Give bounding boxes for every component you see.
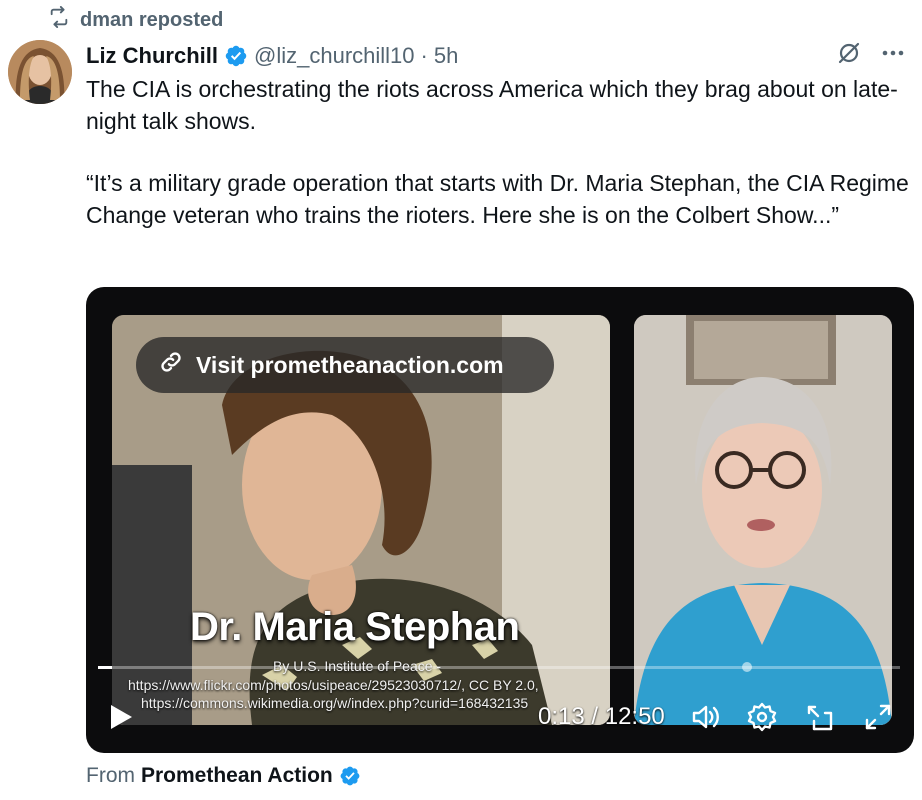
photo-credit-line-2: https://www.flickr.com/photos/usipeace/2… [128, 677, 539, 693]
progress-bar[interactable] [98, 666, 900, 669]
fullscreen-icon[interactable] [862, 701, 894, 733]
volume-icon[interactable] [690, 701, 722, 733]
tweet-text: The CIA is orchestrating the riots acros… [86, 74, 912, 231]
picture-in-picture-icon[interactable] [804, 701, 836, 733]
tweet-paragraph-2: “It’s a military grade operation that st… [86, 170, 909, 228]
repost-label: dman reposted [80, 8, 224, 31]
video-player[interactable]: Visit prometheanaction.com Dr. Maria Ste… [86, 287, 914, 753]
verified-badge-icon [340, 766, 360, 786]
progress-fill [98, 666, 112, 669]
post-time[interactable]: 5h [434, 43, 458, 69]
settings-icon[interactable] [746, 701, 778, 733]
tweet-paragraph-1: The CIA is orchestrating the riots acros… [86, 76, 898, 134]
repost-icon [48, 6, 70, 34]
play-icon[interactable] [108, 703, 134, 731]
lower-third-name: Dr. Maria Stephan [190, 605, 520, 649]
verified-badge-icon [225, 45, 247, 67]
time-readout: 0:13 / 12:50 [538, 703, 665, 730]
speaker-photo-right [634, 315, 892, 725]
source-name[interactable]: Promethean Action [141, 764, 333, 788]
header-actions [836, 40, 906, 72]
repost-indicator[interactable]: dman reposted [48, 6, 223, 34]
video-frame-right [634, 315, 892, 725]
more-icon[interactable] [880, 40, 906, 72]
visit-link-pill[interactable]: Visit prometheanaction.com [136, 337, 554, 393]
progress-knob[interactable] [742, 662, 752, 672]
tweet-header: Liz Churchill @liz_churchill10 · 5h [86, 40, 912, 72]
visit-link-label: Visit prometheanaction.com [196, 351, 504, 378]
source-prefix: From [86, 764, 135, 787]
link-icon [158, 349, 184, 381]
grok-icon[interactable] [836, 40, 862, 72]
separator-dot: · [420, 43, 428, 68]
photo-credit-line-3: https://commons.wikimedia.org/w/index.ph… [141, 695, 529, 711]
author-handle[interactable]: @liz_churchill10 [254, 43, 415, 69]
source-attribution: From Promethean Action [86, 764, 367, 788]
author-name[interactable]: Liz Churchill [86, 43, 218, 69]
avatar[interactable] [8, 40, 72, 104]
